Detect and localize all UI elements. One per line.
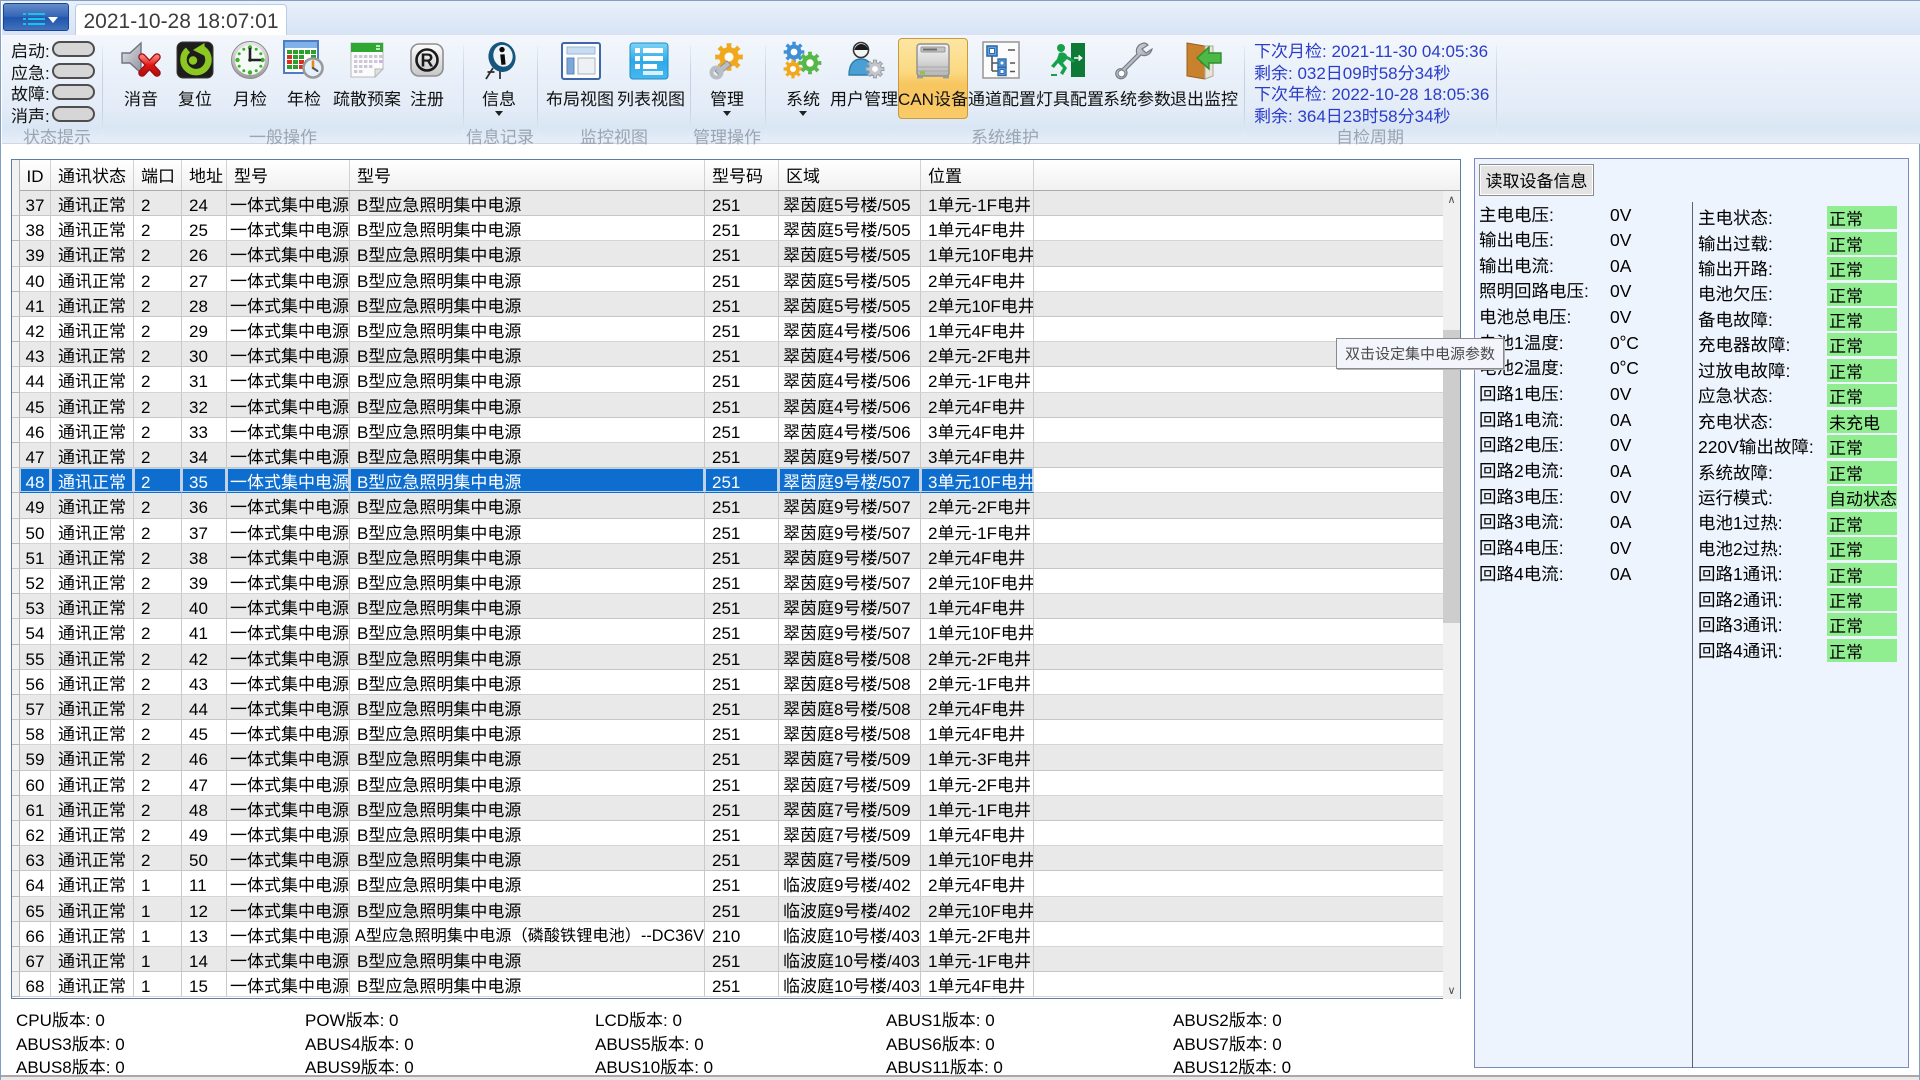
svg-text:R: R xyxy=(421,51,434,71)
